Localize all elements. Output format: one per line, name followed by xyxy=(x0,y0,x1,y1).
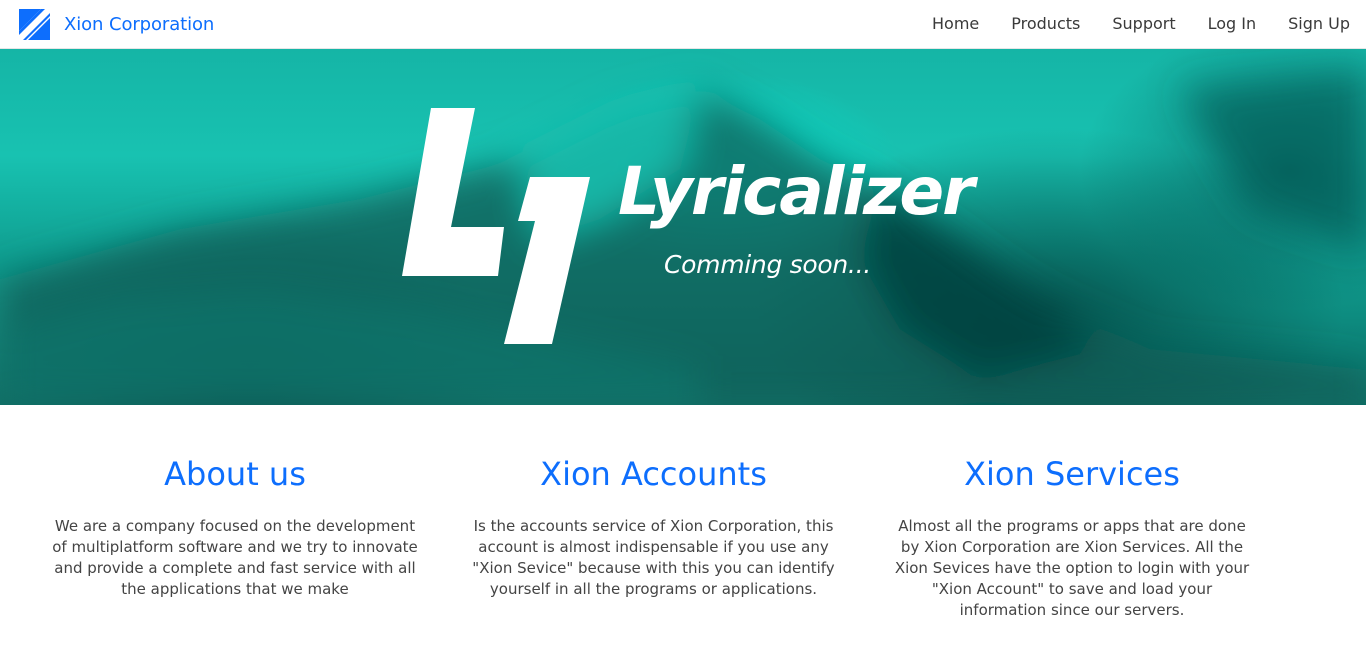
nav-link-home[interactable]: Home xyxy=(916,0,995,48)
brand-link[interactable]: Xion Corporation xyxy=(19,8,214,40)
feature-title: Xion Accounts xyxy=(540,455,767,493)
nav-link-signup[interactable]: Sign Up xyxy=(1272,0,1366,48)
nav-link-login[interactable]: Log In xyxy=(1192,0,1273,48)
features-section: About us We are a company focused on the… xyxy=(0,405,1366,657)
navbar: Xion Corporation Home Products Support L… xyxy=(0,0,1366,49)
feature-title: Xion Services xyxy=(964,455,1180,493)
xion-logo-icon xyxy=(19,8,50,40)
feature-text: Almost all the programs or apps that are… xyxy=(894,517,1250,619)
nav-menu: Home Products Support Log In Sign Up xyxy=(916,0,1366,48)
nav-link-products[interactable]: Products xyxy=(995,0,1096,48)
feature-text: Is the accounts service of Xion Corporat… xyxy=(472,517,835,598)
nav-link-support[interactable]: Support xyxy=(1096,0,1191,48)
brand-name: Xion Corporation xyxy=(64,13,215,35)
hero-title: Lyricalizer xyxy=(618,153,975,230)
feature-title: About us xyxy=(164,455,306,493)
hero-banner: Lyricalizer Comming soon... xyxy=(0,49,1366,405)
hero-subtitle: Comming soon... xyxy=(664,250,871,279)
lyricalizer-logo-icon xyxy=(402,108,590,344)
feature-text: We are a company focused on the developm… xyxy=(52,517,418,598)
